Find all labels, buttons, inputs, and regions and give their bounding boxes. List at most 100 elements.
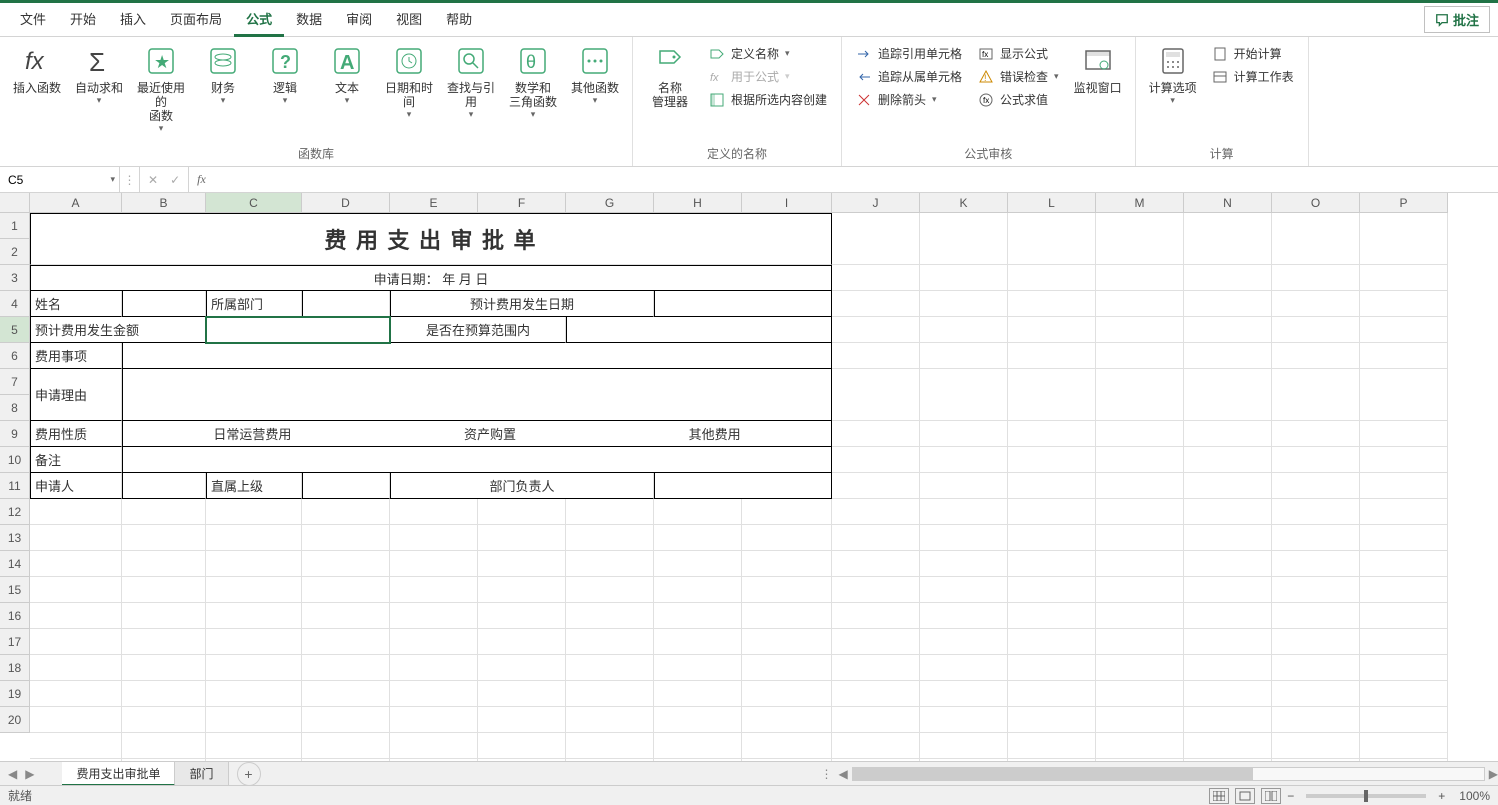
cell-K11[interactable] (920, 473, 1008, 499)
col-header-P[interactable]: P (1360, 193, 1448, 213)
row-header-19[interactable]: 19 (0, 681, 30, 707)
col-header-E[interactable]: E (390, 193, 478, 213)
cell-B13[interactable] (122, 525, 206, 551)
cell-P14[interactable] (1360, 551, 1448, 577)
sheet-nav-next-icon[interactable]: ▶ (25, 767, 34, 781)
cell-J5[interactable] (832, 317, 920, 343)
cell-G15[interactable] (566, 577, 654, 603)
name-box[interactable]: ▾ (0, 167, 120, 192)
cell-E11[interactable]: 部门负责人 (390, 473, 654, 499)
cell-B7[interactable] (122, 369, 832, 421)
cell-F16[interactable] (478, 603, 566, 629)
cell-N16[interactable] (1184, 603, 1272, 629)
cell-A7[interactable]: 申请理由 (30, 369, 122, 421)
row-header-13[interactable]: 13 (0, 525, 30, 551)
cell-A17[interactable] (30, 629, 122, 655)
cell-E4[interactable]: 预计费用发生日期 (390, 291, 654, 317)
cell-L1[interactable] (1008, 213, 1096, 265)
cell-L11[interactable] (1008, 473, 1096, 499)
cell-C13[interactable] (206, 525, 302, 551)
tab-view[interactable]: 视图 (384, 3, 434, 37)
cell-N11[interactable] (1184, 473, 1272, 499)
tab-layout[interactable]: 页面布局 (158, 3, 234, 37)
cell-O19[interactable] (1272, 681, 1360, 707)
cell-D12[interactable] (302, 733, 390, 759)
cell-O18[interactable] (1272, 655, 1360, 681)
cell-A16[interactable] (30, 603, 122, 629)
cell-E19[interactable] (390, 681, 478, 707)
col-header-L[interactable]: L (1008, 193, 1096, 213)
cell-C12[interactable] (206, 499, 302, 525)
cell-K14[interactable] (920, 551, 1008, 577)
cell-M5[interactable] (1096, 317, 1184, 343)
cell-K6[interactable] (920, 343, 1008, 369)
cell-A14[interactable] (30, 551, 122, 577)
cell-N3[interactable] (1184, 265, 1272, 291)
cell-B18[interactable] (122, 655, 206, 681)
cell-J12[interactable] (832, 499, 920, 525)
cell-M17[interactable] (1096, 629, 1184, 655)
cell-C17[interactable] (206, 629, 302, 655)
hscroll-left-icon[interactable]: ◀ (839, 767, 848, 781)
view-page-break-button[interactable] (1261, 788, 1281, 804)
col-header-J[interactable]: J (832, 193, 920, 213)
evaluate-formula-button[interactable]: fx 公式求值 (974, 89, 1063, 110)
cell-J14[interactable] (832, 551, 920, 577)
col-header-G[interactable]: G (566, 193, 654, 213)
cell-E20[interactable] (390, 707, 478, 733)
show-formulas-button[interactable]: fx 显示公式 (974, 43, 1063, 64)
cell-C15[interactable] (206, 577, 302, 603)
row-header-10[interactable]: 10 (0, 447, 30, 473)
row-header-5[interactable]: 5 (0, 317, 30, 343)
cell-J13[interactable] (832, 525, 920, 551)
cell-P5[interactable] (1360, 317, 1448, 343)
cell-M10[interactable] (1096, 447, 1184, 473)
col-header-F[interactable]: F (478, 193, 566, 213)
cell-J4[interactable] (832, 291, 920, 317)
comment-button[interactable]: 批注 (1424, 6, 1490, 33)
cell-N19[interactable] (1184, 681, 1272, 707)
cell-G20[interactable] (566, 707, 654, 733)
cell-E18[interactable] (390, 655, 478, 681)
cell-J20[interactable] (832, 707, 920, 733)
autosum-button[interactable]: Σ 自动求和 ▾ (68, 41, 130, 110)
col-header-K[interactable]: K (920, 193, 1008, 213)
row-header-1[interactable]: 1 (0, 213, 30, 239)
cell-N13[interactable] (1184, 525, 1272, 551)
cell-O9[interactable] (1272, 421, 1360, 447)
cell-B6[interactable] (122, 343, 832, 369)
cell-A19[interactable] (30, 681, 122, 707)
cell-B12[interactable] (122, 499, 206, 525)
cell-L4[interactable] (1008, 291, 1096, 317)
cell-A12[interactable] (30, 733, 122, 759)
cell-O16[interactable] (1272, 603, 1360, 629)
zoom-level[interactable]: 100% (1459, 789, 1490, 803)
cell-I13[interactable] (742, 525, 832, 551)
cell-F12[interactable] (478, 733, 566, 759)
zoom-out-button[interactable]: − (1287, 789, 1294, 803)
cell-H12[interactable] (654, 499, 742, 525)
cell-A1[interactable]: 费 用 支 出 审 批 单 (30, 213, 832, 265)
cell-I17[interactable] (742, 629, 832, 655)
cell-J18[interactable] (832, 655, 920, 681)
name-manager-button[interactable]: 名称 管理器 (639, 41, 701, 113)
row-header-3[interactable]: 3 (0, 265, 30, 291)
cell-B15[interactable] (122, 577, 206, 603)
datetime-button[interactable]: 日期和时间 ▾ (378, 41, 440, 124)
cell-M16[interactable] (1096, 603, 1184, 629)
cell-F19[interactable] (478, 681, 566, 707)
cell-I12[interactable] (742, 499, 832, 525)
cell-O4[interactable] (1272, 291, 1360, 317)
cell-A18[interactable] (30, 655, 122, 681)
view-page-layout-button[interactable] (1235, 788, 1255, 804)
cell-L5[interactable] (1008, 317, 1096, 343)
cell-D11[interactable] (302, 473, 390, 499)
lookup-button[interactable]: 查找与引用 ▾ (440, 41, 502, 124)
cell-F13[interactable] (478, 525, 566, 551)
cell-O12[interactable] (1272, 499, 1360, 525)
sheet-nav-prev-icon[interactable]: ◀ (8, 767, 17, 781)
cell-L19[interactable] (1008, 681, 1096, 707)
cell-M4[interactable] (1096, 291, 1184, 317)
cell-P9[interactable] (1360, 421, 1448, 447)
cell-L6[interactable] (1008, 343, 1096, 369)
